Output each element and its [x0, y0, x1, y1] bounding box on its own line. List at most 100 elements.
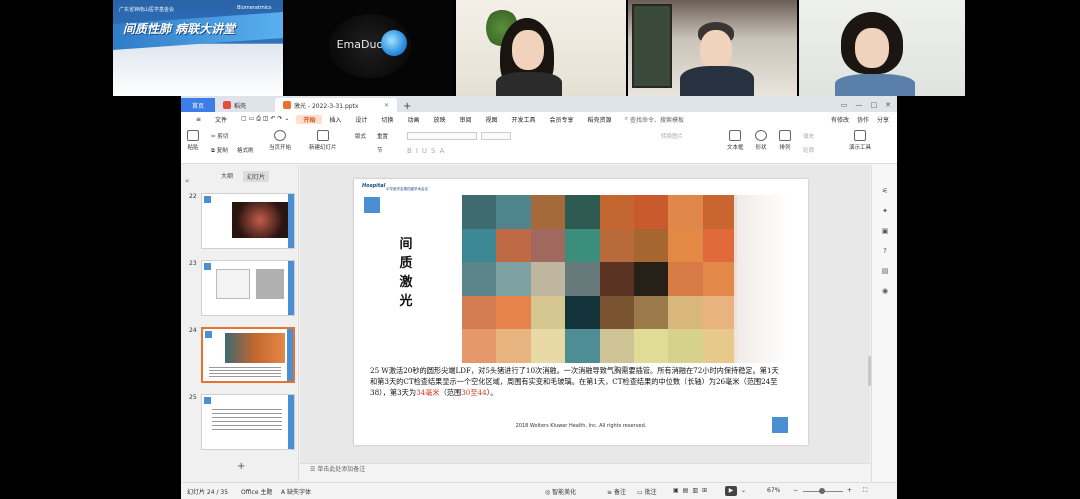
close-tab-icon[interactable]: ✕: [384, 102, 389, 109]
add-slide-button[interactable]: +: [237, 461, 245, 472]
view-mode-buttons[interactable]: ▣▤▥⊞: [673, 487, 711, 494]
tab-home[interactable]: 首页: [181, 98, 215, 112]
smart-beautify-label: 智能美化: [552, 489, 577, 496]
hamburger-icon[interactable]: ≡: [189, 116, 208, 123]
presentation-tools-button[interactable]: 演示工具: [849, 130, 871, 151]
zoom-slider-knob[interactable]: [819, 488, 825, 494]
mosaic-cell: [633, 195, 669, 229]
properties-icon[interactable]: ⚟: [880, 187, 890, 195]
smart-beautify-button[interactable]: ◎ 智能美化: [545, 487, 576, 496]
menu-slideshow[interactable]: 放映: [426, 115, 452, 124]
magic-wand-icon[interactable]: ✦: [880, 207, 890, 215]
tab-document[interactable]: 激光 - 2022-3-31.pptx ✕: [275, 98, 397, 112]
font-name-box[interactable]: [407, 132, 477, 140]
collaborate-button[interactable]: 协作: [857, 115, 869, 124]
fill-button[interactable]: 填充: [803, 132, 814, 140]
cut-button[interactable]: ✂ 剪切: [211, 132, 228, 140]
zoom-in-icon[interactable]: +: [847, 487, 852, 494]
thumbnail-slide-25[interactable]: 25: [189, 394, 295, 452]
tab-slides[interactable]: 幻灯片: [243, 171, 270, 182]
thumbnail-slide-24[interactable]: 24: [189, 327, 295, 385]
video-tile-banner[interactable]: 广东省钟南山医学基金会 Biomeratmics 间质性肺 病联大讲堂: [113, 0, 283, 96]
command-search[interactable]: ⌕ 查找命令、搜索模板: [619, 115, 690, 124]
picture-icon[interactable]: ▣: [880, 227, 890, 235]
section-button[interactable]: 节: [377, 146, 383, 154]
notes-toggle-button[interactable]: ≡ 备注: [607, 487, 626, 496]
font-style-buttons[interactable]: BIUSA: [407, 147, 448, 155]
menu-developer[interactable]: 开发工具: [505, 115, 543, 124]
format-painter-button[interactable]: 格式刷: [237, 146, 254, 154]
tab-outline[interactable]: 大纲: [221, 171, 233, 180]
quick-access-icons[interactable]: ▢ ▭ ⎙ ◫ ↶ ↷ ⌄: [234, 115, 296, 123]
missing-fonts-button[interactable]: A 缺失字体: [281, 487, 311, 496]
fit-window-icon[interactable]: ⛶: [863, 487, 867, 495]
slide-caption[interactable]: 25 W激活20秒的圆形尖端LDF，对5头猪进行了10次消融。一次消融导致气胸需…: [370, 365, 780, 398]
copy-button[interactable]: ⧉ 复制: [211, 146, 228, 155]
zoom-level[interactable]: 67%: [767, 487, 780, 494]
comments-button[interactable]: ▭ 批注: [637, 487, 657, 496]
textbox-button[interactable]: 文本框: [727, 130, 744, 151]
menu-docer[interactable]: 稻壳资源: [581, 115, 619, 124]
minimize-icon[interactable]: —: [856, 101, 863, 109]
menu-design[interactable]: 设计: [348, 115, 374, 124]
maximize-icon[interactable]: □: [871, 101, 878, 109]
menu-file[interactable]: 文件: [208, 115, 234, 124]
underline-button[interactable]: U: [422, 147, 431, 155]
mosaic-cell: [702, 195, 737, 229]
menu-insert[interactable]: 插入: [322, 115, 348, 124]
shape-button[interactable]: 形状: [755, 130, 767, 151]
reset-button[interactable]: 重置: [377, 132, 388, 140]
video-tile-participant-2[interactable]: [627, 0, 798, 96]
from-current-button[interactable]: 当页开始: [269, 130, 291, 151]
video-tile-participant-3[interactable]: [799, 0, 965, 96]
video-tile-logo[interactable]: EmaDuoY: [284, 0, 455, 96]
thumbnail-number: 22: [189, 193, 197, 200]
arrange-button[interactable]: 排列: [779, 130, 791, 151]
location-icon[interactable]: ◉: [880, 287, 890, 295]
slideshow-play-button[interactable]: ▶: [725, 486, 737, 496]
help-icon[interactable]: ?: [880, 247, 890, 255]
paste-button[interactable]: 粘贴: [187, 130, 199, 151]
share-button[interactable]: 分享: [877, 115, 889, 124]
close-icon[interactable]: ✕: [885, 101, 891, 109]
convert-picture-button[interactable]: 转换图片: [661, 132, 683, 140]
font-color-button[interactable]: A: [440, 147, 449, 155]
image-tool-icon[interactable]: ▤: [880, 267, 890, 275]
status-bar: 幻灯片 24 / 35 Office 主题 A 缺失字体 ◎ 智能美化 ≡ 备注…: [181, 482, 897, 499]
menu-review[interactable]: 审阅: [452, 115, 478, 124]
menu-home[interactable]: 开始: [296, 114, 323, 124]
thumbnail-slide-22[interactable]: 22: [189, 193, 295, 251]
zoom-out-icon[interactable]: −: [793, 487, 798, 494]
thumbnail-side-bar: [288, 194, 294, 248]
tab-docer-label: 稻壳: [234, 102, 247, 110]
menu-view[interactable]: 视图: [479, 115, 505, 124]
tab-docer[interactable]: 稻壳: [215, 98, 275, 112]
image-fade-edge: [734, 195, 788, 363]
layout-button[interactable]: 版式: [355, 132, 366, 140]
current-slide[interactable]: Hospital 中华医学会第四届学术会议 间质激光 25 W激活20秒的圆形尖…: [354, 179, 808, 445]
mosaic-cell: [530, 295, 566, 330]
notes-pane[interactable]: ☰ 单击此处添加备注: [300, 463, 870, 475]
slide-title[interactable]: 间质激光: [394, 235, 418, 311]
new-tab-button[interactable]: +: [397, 101, 417, 112]
menu-member[interactable]: 会员专享: [543, 115, 581, 124]
font-size-box[interactable]: [481, 132, 511, 140]
strike-button[interactable]: S: [431, 147, 440, 155]
video-tile-participant-1[interactable]: [456, 0, 626, 96]
menu-right-actions: 有修改 协作 分享: [831, 115, 897, 124]
textbox-icon: [729, 130, 742, 141]
menu-transition[interactable]: 切换: [374, 115, 400, 124]
restore-icon[interactable]: ▭: [841, 101, 848, 109]
mosaic-cell: [565, 195, 600, 229]
collapse-pane-icon[interactable]: «: [185, 177, 189, 185]
thumbnail-slide-23[interactable]: 23: [189, 260, 295, 318]
play-options-icon[interactable]: ⌄: [741, 487, 746, 494]
bold-button[interactable]: B: [407, 147, 416, 155]
thumbnail-side-bar: [288, 395, 294, 449]
pixelated-image[interactable]: [462, 195, 737, 363]
menu-animation[interactable]: 动画: [400, 115, 426, 124]
new-slide-button[interactable]: 新建幻灯片: [309, 130, 337, 151]
modified-indicator[interactable]: 有修改: [831, 115, 849, 124]
outline-button[interactable]: 轮廓: [803, 146, 814, 154]
theme-name[interactable]: Office 主题: [241, 487, 272, 496]
